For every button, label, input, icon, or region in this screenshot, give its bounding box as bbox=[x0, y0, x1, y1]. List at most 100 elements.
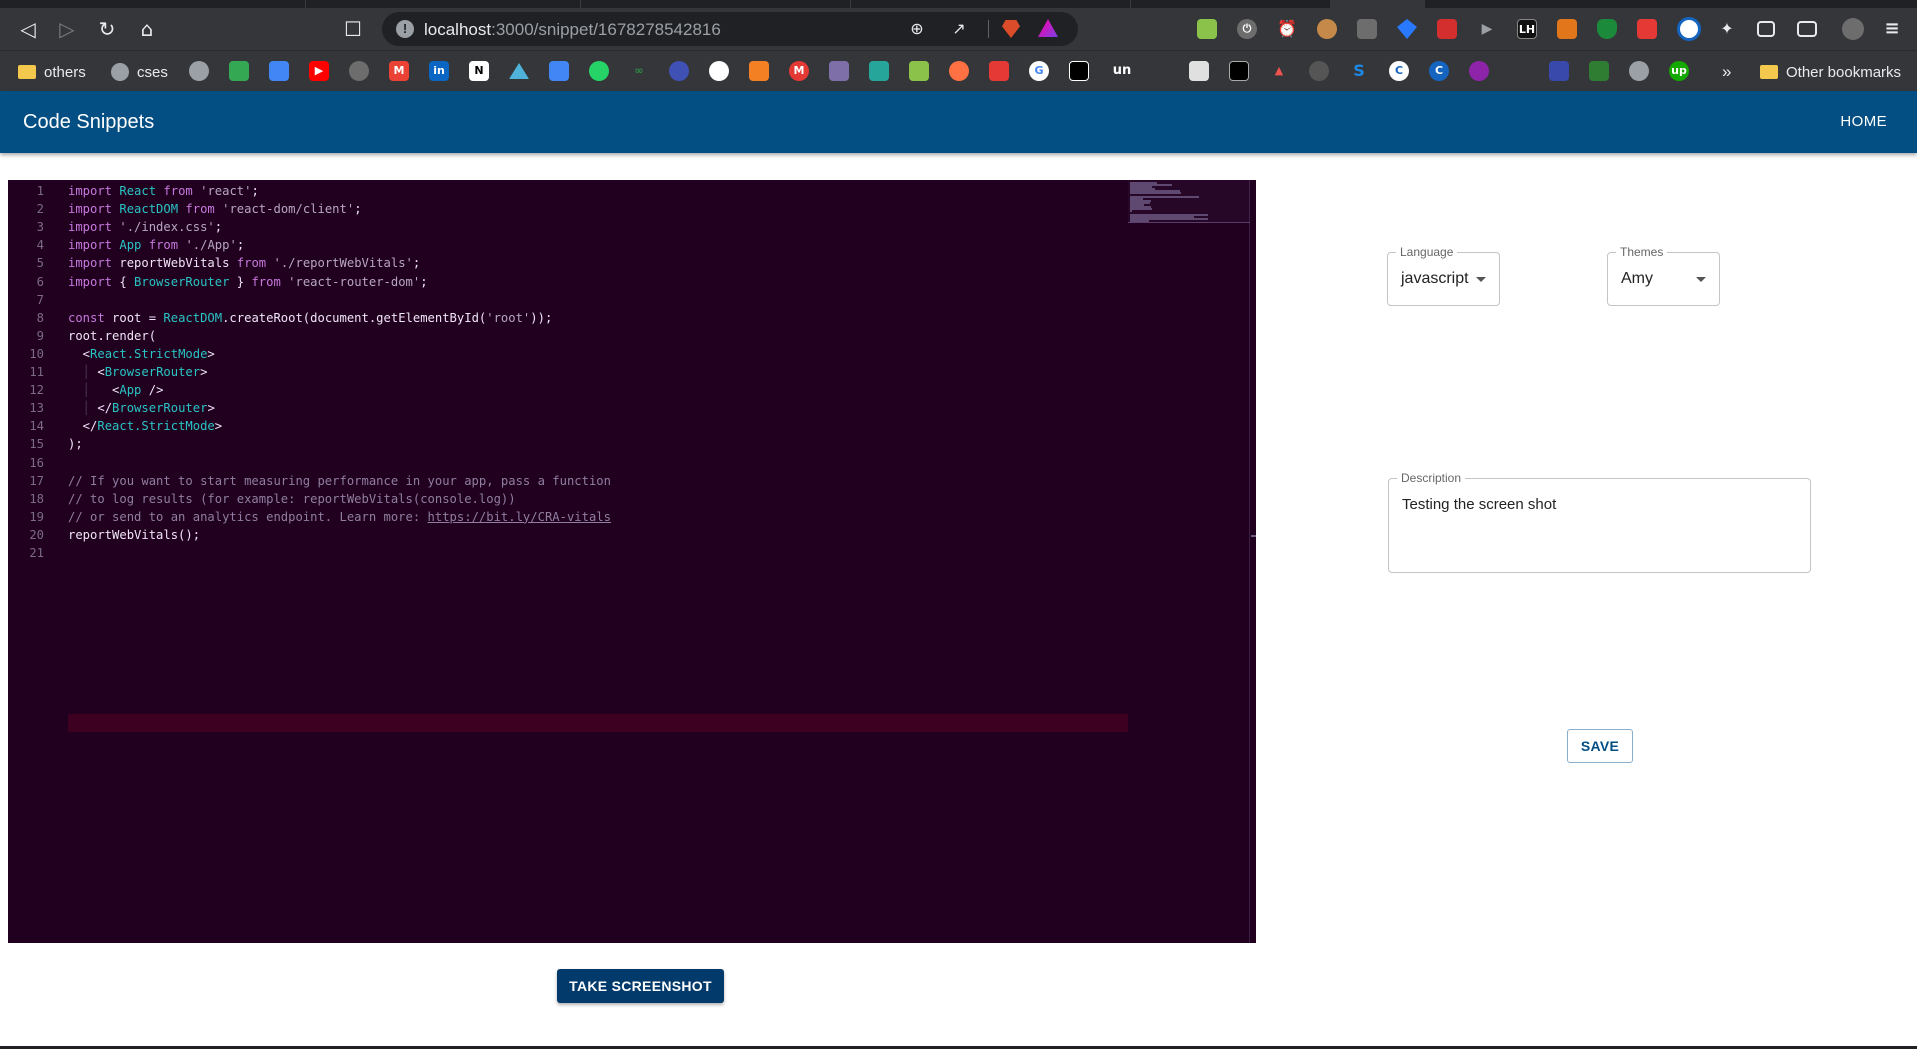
profile-avatar[interactable] bbox=[1842, 18, 1864, 40]
back-icon[interactable]: ◁ bbox=[15, 16, 41, 42]
camera-extension-icon[interactable] bbox=[1357, 19, 1377, 39]
timer-bookmark-icon[interactable] bbox=[229, 61, 249, 81]
code-line[interactable]: 2 import ReactDOM from 'react-dom/client'… bbox=[8, 200, 1188, 218]
medium-bookmark-icon[interactable] bbox=[1069, 61, 1089, 81]
play-extension-icon[interactable]: ▶ bbox=[1477, 19, 1497, 39]
code-editor[interactable]: 1 import React from 'react'; 2 import React… bbox=[8, 180, 1256, 943]
extension-icon[interactable] bbox=[1197, 19, 1217, 39]
code-line[interactable]: 11 │ <BrowserRouter> bbox=[8, 363, 1188, 381]
code-line[interactable]: 16 bbox=[8, 454, 1188, 472]
share-icon[interactable]: ↗ bbox=[948, 18, 970, 40]
active-tab[interactable] bbox=[1330, 0, 1425, 8]
gem-extension-icon[interactable] bbox=[1397, 19, 1417, 39]
image-bookmark-icon[interactable] bbox=[829, 61, 849, 81]
c-blue-bookmark-icon[interactable]: C bbox=[1429, 61, 1449, 81]
code-line[interactable]: 8 const root = ReactDOM.createRoot(docume… bbox=[8, 309, 1188, 327]
reload-icon[interactable]: ↻ bbox=[94, 16, 120, 42]
code-bookmark-icon[interactable] bbox=[1229, 61, 1249, 81]
code-line[interactable]: 19 // or send to an analytics endpoint. L… bbox=[8, 508, 1188, 526]
green-bookmark-icon[interactable] bbox=[909, 61, 929, 81]
code-line[interactable]: 20 reportWebVitals(); bbox=[8, 526, 1188, 544]
app-title[interactable]: Code Snippets bbox=[23, 111, 154, 134]
mountain-bookmark-icon[interactable] bbox=[509, 63, 529, 79]
url-text[interactable]: localhost:3000/snippet/1678278542816 bbox=[424, 20, 721, 40]
take-screenshot-button[interactable]: TAKE SCREENSHOT bbox=[557, 969, 724, 1003]
language-select[interactable]: Language javascript bbox=[1387, 245, 1500, 306]
purple-bookmark-icon[interactable] bbox=[1469, 61, 1489, 81]
book-bookmark-icon[interactable] bbox=[989, 61, 1009, 81]
burger-bookmark-icon[interactable] bbox=[949, 61, 969, 81]
site-info-icon[interactable]: ! bbox=[396, 20, 414, 38]
red-extension-icon[interactable] bbox=[1637, 19, 1657, 39]
bucket-bookmark-icon[interactable] bbox=[1549, 61, 1569, 81]
code-line[interactable]: 12 │ <App /> bbox=[8, 381, 1188, 399]
description-value[interactable]: Testing the screen shot bbox=[1402, 496, 1556, 513]
linkedin-bookmark-icon[interactable]: in bbox=[429, 61, 449, 81]
stack-bookmark-icon[interactable] bbox=[1149, 61, 1169, 81]
alarm-extension-icon[interactable]: ⏰ bbox=[1277, 19, 1297, 39]
bookmark-cses[interactable]: cses bbox=[111, 61, 168, 83]
home-icon[interactable]: ⌂ bbox=[134, 16, 160, 42]
address-bar[interactable]: ! localhost:3000/snippet/1678278542816 ⊕… bbox=[382, 12, 1078, 46]
bookmark-others[interactable]: others bbox=[18, 61, 86, 83]
calendar-bookmark-icon[interactable] bbox=[269, 61, 289, 81]
stackoverflow-bookmark-icon[interactable] bbox=[749, 61, 769, 81]
s-bookmark-icon[interactable]: S bbox=[1349, 61, 1369, 81]
pdf-extension-icon[interactable] bbox=[1437, 19, 1457, 39]
forward-icon[interactable]: ▷ bbox=[54, 16, 80, 42]
cookie-extension-icon[interactable] bbox=[1317, 19, 1337, 39]
blue-bookmark-icon[interactable] bbox=[669, 61, 689, 81]
code-line[interactable]: 9 root.render( bbox=[8, 327, 1188, 345]
power-extension-icon[interactable]: ⏻ bbox=[1237, 19, 1257, 39]
gmail-bookmark-icon[interactable]: M bbox=[389, 61, 409, 81]
home-nav-button[interactable]: HOME bbox=[1840, 113, 1887, 130]
faded-bookmark-icon[interactable] bbox=[1309, 61, 1329, 81]
wallet-icon[interactable] bbox=[1797, 21, 1817, 37]
docs-bookmark-icon[interactable] bbox=[549, 61, 569, 81]
save-button[interactable]: SAVE bbox=[1567, 729, 1633, 763]
menu-icon[interactable]: ≡ bbox=[1882, 19, 1902, 39]
sidebar-icon[interactable] bbox=[1757, 21, 1775, 37]
board-bookmark-icon[interactable] bbox=[869, 61, 889, 81]
code-line[interactable]: 7 bbox=[8, 291, 1188, 309]
description-field[interactable]: Description Testing the screen shot bbox=[1388, 471, 1811, 573]
brave-shields-icon[interactable] bbox=[1002, 20, 1020, 38]
code-line[interactable]: 5 import reportWebVitals from './reportWe… bbox=[8, 254, 1188, 272]
un-bookmark-icon[interactable]: un bbox=[1109, 61, 1135, 81]
rocket-bookmark-icon[interactable]: ▲ bbox=[1269, 61, 1289, 81]
person-bookmark-icon[interactable] bbox=[1189, 61, 1209, 81]
brave-rewards-icon[interactable] bbox=[1038, 19, 1058, 37]
lighthouse-extension-icon[interactable]: LH bbox=[1517, 19, 1537, 39]
code-line[interactable]: 10 <React.StrictMode> bbox=[8, 345, 1188, 363]
netflix-bookmark-icon[interactable] bbox=[1509, 61, 1529, 81]
metamask-extension-icon[interactable] bbox=[1557, 19, 1577, 39]
code-line[interactable]: 6 import { BrowserRouter } from 'react-ro… bbox=[8, 273, 1188, 291]
code-line[interactable]: 15); bbox=[8, 435, 1188, 453]
bookmark-icon[interactable]: ☐ bbox=[340, 16, 366, 42]
github-bookmark-icon[interactable] bbox=[709, 61, 729, 81]
zoom-icon[interactable]: ⊕ bbox=[906, 18, 928, 40]
code-line[interactable]: 13 │ </BrowserRouter> bbox=[8, 399, 1188, 417]
upwork-bookmark-icon[interactable]: up bbox=[1669, 61, 1689, 81]
extensions-puzzle-icon[interactable]: ✦ bbox=[1717, 19, 1737, 39]
code-line[interactable]: 14 </React.StrictMode> bbox=[8, 417, 1188, 435]
code-line[interactable]: 1 import React from 'react'; bbox=[8, 182, 1188, 200]
globe-bookmark-icon[interactable] bbox=[1629, 61, 1649, 81]
google-bookmark-icon[interactable]: G bbox=[1029, 61, 1049, 81]
code-line[interactable]: 17 // If you want to start measuring perf… bbox=[8, 472, 1188, 490]
code-line[interactable]: 21 bbox=[8, 544, 1188, 562]
bookmarks-overflow[interactable]: » bbox=[1722, 61, 1731, 83]
whatsapp-bookmark-icon[interactable] bbox=[589, 61, 609, 81]
rc-bookmark-icon[interactable] bbox=[1589, 61, 1609, 81]
theme-select[interactable]: Themes Amy bbox=[1607, 245, 1720, 306]
active-extension-icon[interactable] bbox=[1677, 17, 1701, 41]
code-line[interactable]: 3 import './index.css'; bbox=[8, 218, 1188, 236]
c-white-bookmark-icon[interactable]: C bbox=[1389, 61, 1409, 81]
bookmark-other-bookmarks[interactable]: Other bookmarks bbox=[1760, 61, 1901, 83]
power-bookmark-icon[interactable] bbox=[349, 61, 369, 81]
globe-bookmark-icon[interactable] bbox=[189, 61, 209, 81]
code-line[interactable]: 4 import App from './App'; bbox=[8, 236, 1188, 254]
gfg-bookmark-icon[interactable]: ∞ bbox=[629, 61, 649, 81]
youtube-bookmark-icon[interactable]: ▶ bbox=[309, 61, 329, 81]
notion-bookmark-icon[interactable]: N bbox=[469, 61, 489, 81]
